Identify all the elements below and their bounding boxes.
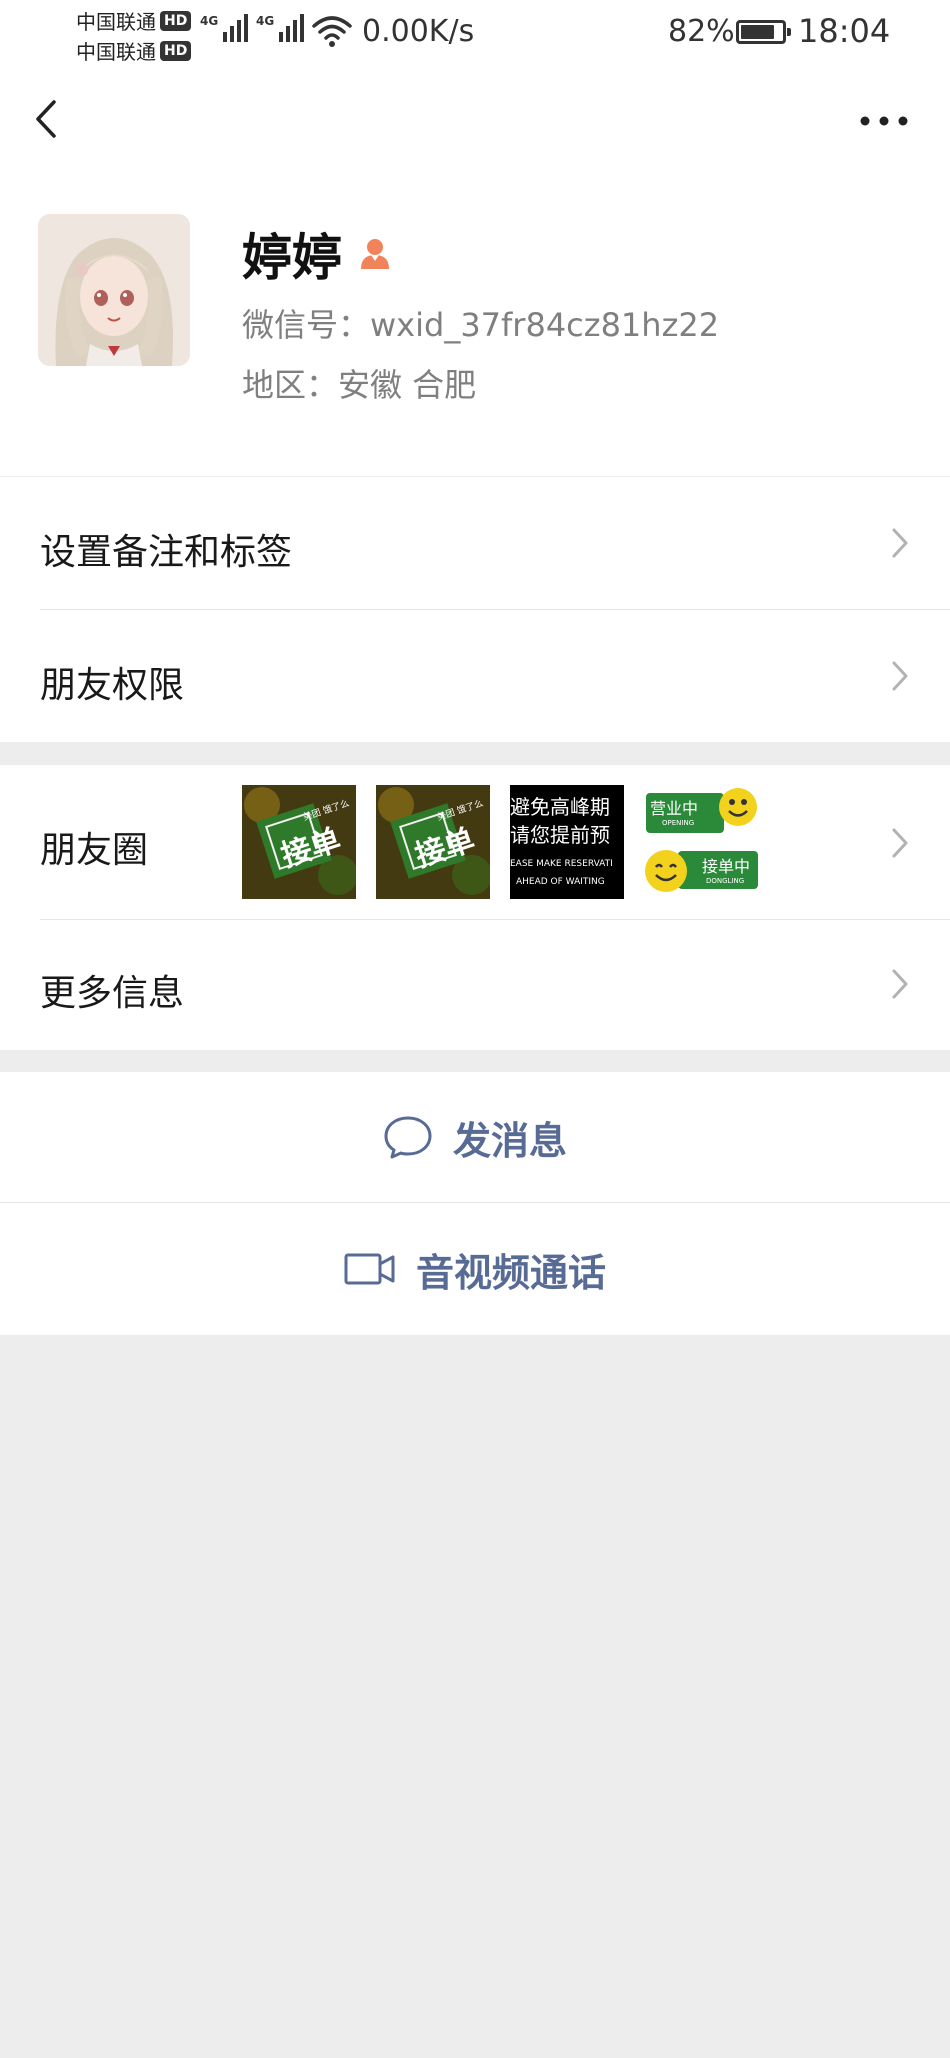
carrier-name: 中国联通: [76, 10, 156, 34]
send-message-label: 发消息: [452, 1118, 567, 1163]
profile-card: 婷婷 微信号：wxid_37fr84cz81hz22 地区：安徽 合肥: [0, 176, 950, 476]
contact-name: 婷婷: [242, 229, 342, 287]
chevron-right-icon: [892, 661, 908, 691]
video-call-button[interactable]: 音视频通话: [0, 1203, 950, 1335]
avatar-illustration: [38, 214, 190, 366]
thumb-text: 请您提前预: [510, 823, 610, 847]
more-info-row[interactable]: 更多信息: [0, 920, 950, 1050]
thumb-subtext: OPENING: [662, 819, 695, 827]
ellipsis-icon: [860, 116, 908, 126]
more-button[interactable]: [854, 96, 914, 146]
battery-fill: [741, 25, 774, 39]
remark-tags-label: 设置备注和标签: [40, 532, 293, 573]
name-row: 婷婷: [242, 218, 394, 290]
remark-tags-row[interactable]: 设置备注和标签: [0, 477, 950, 609]
chevron-right-icon: [892, 828, 908, 858]
thumb-subtext: DONGLING: [706, 877, 745, 885]
network-label: 4G: [200, 14, 219, 28]
moments-label: 朋友圈: [40, 830, 149, 871]
thumb-text: 营业中: [650, 799, 699, 818]
hd-badge: HD: [160, 10, 192, 31]
clock: 18:04: [798, 12, 891, 50]
thumb-text: 接单中: [702, 857, 751, 876]
chevron-left-icon: [36, 100, 56, 138]
nav-bar: [0, 66, 950, 176]
female-icon: [361, 239, 389, 269]
video-camera-icon: [344, 1253, 395, 1285]
status-bar: 中国联通 HD 中国联通 HD 4G 4G 0.00K/s 82% 18:04: [0, 0, 950, 66]
friend-permissions-label: 朋友权限: [40, 665, 185, 706]
actions-section: 发消息 音视频通话: [0, 1072, 950, 1335]
carrier-1: 中国联通 HD: [76, 6, 192, 35]
battery-percent: 82%: [668, 14, 735, 49]
carrier-name: 中国联通: [76, 40, 156, 64]
thumb-text: 避免高峰期: [510, 795, 610, 819]
battery-icon: [736, 20, 791, 44]
video-call-label: 音视频通话: [415, 1250, 606, 1295]
settings-section: 设置备注和标签 朋友权限: [0, 477, 950, 742]
signal-icon: 4G: [200, 14, 249, 42]
chevron-right-icon: [892, 969, 908, 999]
thumb-text: EASE MAKE RESERVATI: [510, 859, 613, 869]
thumb-text: AHEAD OF WAITING: [516, 877, 605, 887]
network-label: 4G: [256, 14, 275, 28]
friend-permissions-row[interactable]: 朋友权限: [0, 610, 950, 742]
network-speed: 0.00K/s: [362, 14, 475, 49]
moments-row[interactable]: 朋友圈 接单 美团 饿了么 接单 美团 饿了么 避免高峰期 请您提前预 EASE…: [0, 765, 950, 919]
send-message-button[interactable]: 发消息: [0, 1072, 950, 1202]
hd-badge: HD: [160, 40, 192, 61]
moments-thumbnails: 接单 美团 饿了么 接单 美团 饿了么 避免高峰期 请您提前预 EASE MAK…: [242, 785, 758, 899]
region: 地区：安徽 合肥: [242, 366, 477, 404]
signal-icon: 4G: [256, 14, 305, 42]
moment-thumbnail: 接单 美团 饿了么: [376, 785, 490, 899]
moment-thumbnail: 避免高峰期 请您提前预 EASE MAKE RESERVATI AHEAD OF…: [510, 785, 624, 899]
moment-thumbnail: 营业中 OPENING 接单中 DONGLING: [644, 785, 758, 899]
chat-bubble-icon: [384, 1116, 432, 1159]
more-info-label: 更多信息: [40, 973, 185, 1014]
wifi-icon: [312, 16, 352, 47]
back-button[interactable]: [26, 94, 76, 144]
wechat-id: 微信号：wxid_37fr84cz81hz22: [242, 306, 720, 344]
moment-thumbnail: 接单 美团 饿了么: [242, 785, 356, 899]
moments-section: 朋友圈 接单 美团 饿了么 接单 美团 饿了么 避免高峰期 请您提前预 EASE…: [0, 765, 950, 1050]
carrier-2: 中国联通 HD: [76, 36, 192, 65]
avatar[interactable]: [38, 214, 190, 366]
chevron-right-icon: [892, 528, 908, 558]
